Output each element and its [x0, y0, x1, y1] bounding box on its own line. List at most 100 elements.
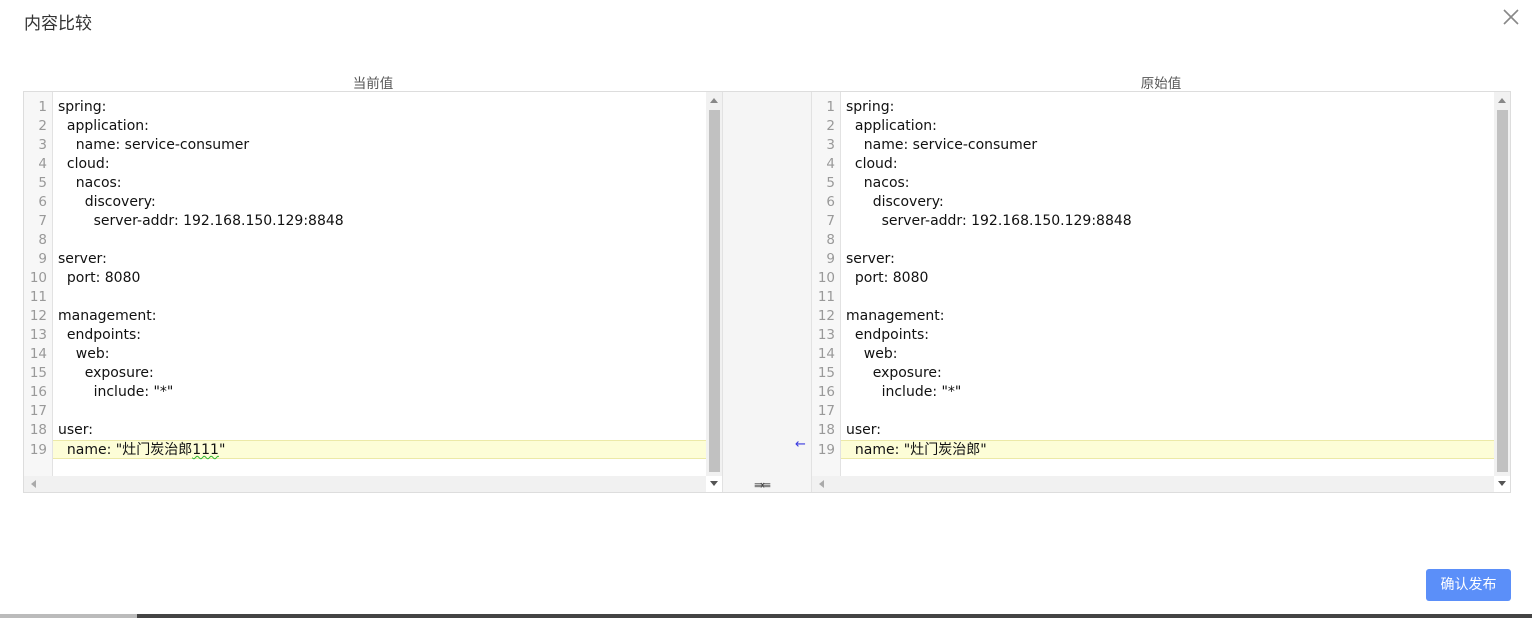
line-number: 1 [826, 99, 835, 115]
code-area[interactable]: 1 spring: 2 application: 3 name: service-co… [30, 98, 706, 459]
scrollbar-thumb[interactable] [709, 110, 720, 472]
code-line[interactable]: 16 include: "*" [818, 383, 1494, 402]
code-line[interactable]: 6 discovery: [38, 193, 706, 212]
scroll-down-arrow-icon[interactable] [710, 481, 718, 486]
line-text: endpoints: [58, 327, 141, 343]
line-number: 14 [817, 346, 835, 362]
code-line[interactable]: 2 application: [38, 117, 706, 136]
line-text: server: [846, 251, 895, 267]
horizontal-scrollbar[interactable] [24, 476, 706, 492]
code-line[interactable]: 12 management: [30, 307, 706, 326]
line-text: management: [58, 308, 157, 324]
line-text: include: "*" [846, 384, 962, 400]
line-number: 3 [826, 137, 835, 153]
code-line[interactable]: 13 endpoints: [818, 326, 1494, 345]
line-number: 5 [826, 175, 835, 191]
code-line[interactable]: 8 [38, 231, 706, 250]
scrollbar-thumb[interactable] [1497, 110, 1508, 472]
confirm-publish-button[interactable]: 确认发布 [1426, 569, 1511, 601]
line-number: 4 [826, 156, 835, 172]
line-text: cloud: [58, 156, 110, 172]
code-line[interactable]: 1 spring: [826, 98, 1494, 117]
line-text: user: [58, 422, 94, 438]
line-number: 11 [29, 289, 47, 305]
line-text: port: 8080 [846, 270, 929, 286]
horizontal-scrollbar[interactable] [812, 476, 1494, 492]
revert-chunk-arrow-icon[interactable]: ← [795, 438, 806, 452]
line-text: user: [846, 422, 882, 438]
code-line[interactable]: 14 web: [30, 345, 706, 364]
line-text: web: [846, 346, 898, 362]
scroll-left-arrow-icon[interactable] [31, 480, 36, 488]
line-text: nacos: [58, 175, 122, 191]
line-number: 11 [817, 289, 835, 305]
code-line[interactable]: 1 spring: [38, 98, 706, 117]
line-number: 9 [826, 251, 835, 267]
line-number: 6 [826, 194, 835, 210]
line-text: discovery: [846, 194, 944, 210]
code-line[interactable]: 17 [30, 402, 706, 421]
code-line[interactable]: 11 [818, 288, 1494, 307]
changed-code-line[interactable]: 19 name: "灶门炭治郎" [818, 440, 1494, 459]
scroll-left-arrow-icon[interactable] [819, 480, 824, 488]
line-text [841, 289, 846, 305]
code-line[interactable]: 9 server: [38, 250, 706, 269]
line-text: name: "灶门炭治郎111" [53, 442, 226, 458]
line-text: cloud: [846, 156, 898, 172]
line-text: exposure: [846, 365, 942, 381]
close-icon[interactable] [1500, 6, 1522, 28]
line-number: 13 [817, 327, 835, 343]
line-text: name: service-consumer [846, 137, 1038, 153]
line-number: 19 [29, 442, 47, 458]
code-line[interactable]: 13 endpoints: [30, 326, 706, 345]
vertical-scrollbar[interactable] [1494, 92, 1510, 486]
scroll-up-arrow-icon[interactable] [1498, 98, 1506, 103]
code-line[interactable]: 18 user: [30, 421, 706, 440]
align-swap-icon[interactable]: ⇛⇚ [754, 478, 771, 492]
code-line[interactable]: 15 exposure: [818, 364, 1494, 383]
vertical-scrollbar[interactable] [706, 92, 722, 486]
code-line[interactable]: 5 nacos: [38, 174, 706, 193]
code-line[interactable]: 12 management: [818, 307, 1494, 326]
code-line[interactable]: 8 [826, 231, 1494, 250]
code-line[interactable]: 3 name: service-consumer [38, 136, 706, 155]
line-text: management: [846, 308, 945, 324]
line-text: application: [846, 118, 937, 134]
current-value-editor[interactable]: 1 spring: 2 application: 3 name: service-co… [24, 92, 722, 492]
code-line[interactable]: 11 [30, 288, 706, 307]
original-value-editor[interactable]: 1 spring: 2 application: 3 name: service-co… [812, 92, 1510, 492]
scroll-up-arrow-icon[interactable] [710, 98, 718, 103]
line-text: exposure: [58, 365, 154, 381]
code-line[interactable]: 4 cloud: [826, 155, 1494, 174]
code-area[interactable]: 1 spring: 2 application: 3 name: service-co… [818, 98, 1494, 459]
code-line[interactable]: 15 exposure: [30, 364, 706, 383]
code-line[interactable]: 4 cloud: [38, 155, 706, 174]
line-text: server-addr: 192.168.150.129:8848 [846, 213, 1132, 229]
code-line[interactable]: 3 name: service-consumer [826, 136, 1494, 155]
code-line[interactable]: 18 user: [818, 421, 1494, 440]
scroll-down-arrow-icon[interactable] [1498, 481, 1506, 486]
changed-code-line[interactable]: 19 name: "灶门炭治郎111" [30, 440, 706, 459]
code-line[interactable]: 10 port: 8080 [818, 269, 1494, 288]
line-number: 2 [826, 118, 835, 134]
line-number: 18 [29, 422, 47, 438]
code-line[interactable]: 7 server-addr: 192.168.150.129:8848 [826, 212, 1494, 231]
line-number: 6 [38, 194, 47, 210]
line-text: include: "*" [58, 384, 174, 400]
code-line[interactable]: 9 server: [826, 250, 1494, 269]
line-number: 8 [38, 232, 47, 248]
line-text [53, 403, 58, 419]
bottom-bar [0, 614, 1532, 618]
code-line[interactable]: 5 nacos: [826, 174, 1494, 193]
code-line[interactable]: 2 application: [826, 117, 1494, 136]
code-line[interactable]: 16 include: "*" [30, 383, 706, 402]
code-line[interactable]: 6 discovery: [826, 193, 1494, 212]
code-line[interactable]: 17 [818, 402, 1494, 421]
bottom-bar-segment [0, 614, 137, 618]
line-number: 12 [29, 308, 47, 324]
line-text: discovery: [58, 194, 156, 210]
code-line[interactable]: 14 web: [818, 345, 1494, 364]
code-line[interactable]: 7 server-addr: 192.168.150.129:8848 [38, 212, 706, 231]
line-text: web: [58, 346, 110, 362]
code-line[interactable]: 10 port: 8080 [30, 269, 706, 288]
